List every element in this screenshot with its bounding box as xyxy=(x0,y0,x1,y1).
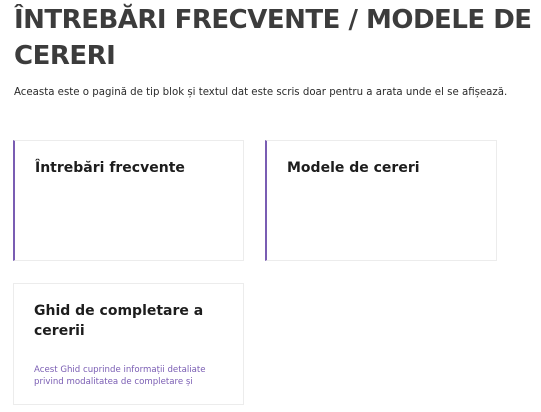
card-faq[interactable]: Întrebări frecvente xyxy=(13,140,244,261)
card-completion-guide[interactable]: Ghid de completare a cererii Acest Ghid … xyxy=(13,283,244,405)
card-completion-guide-description: Acest Ghid cuprinde informații detaliate… xyxy=(34,365,206,387)
card-request-models-title: Modele de cereri xyxy=(287,160,420,176)
page: ÎNTREBĂRI FRECVENTE / MODELE DE CERERI A… xyxy=(0,0,541,412)
page-intro: Aceasta este o pagină de tip blok și tex… xyxy=(14,87,508,98)
card-request-models[interactable]: Modele de cereri xyxy=(265,140,497,261)
card-completion-guide-title: Ghid de completare a cererii xyxy=(34,303,204,339)
page-title: ÎNTREBĂRI FRECVENTE / MODELE DE CERERI xyxy=(14,5,532,71)
card-faq-title: Întrebări frecvente xyxy=(35,160,185,176)
